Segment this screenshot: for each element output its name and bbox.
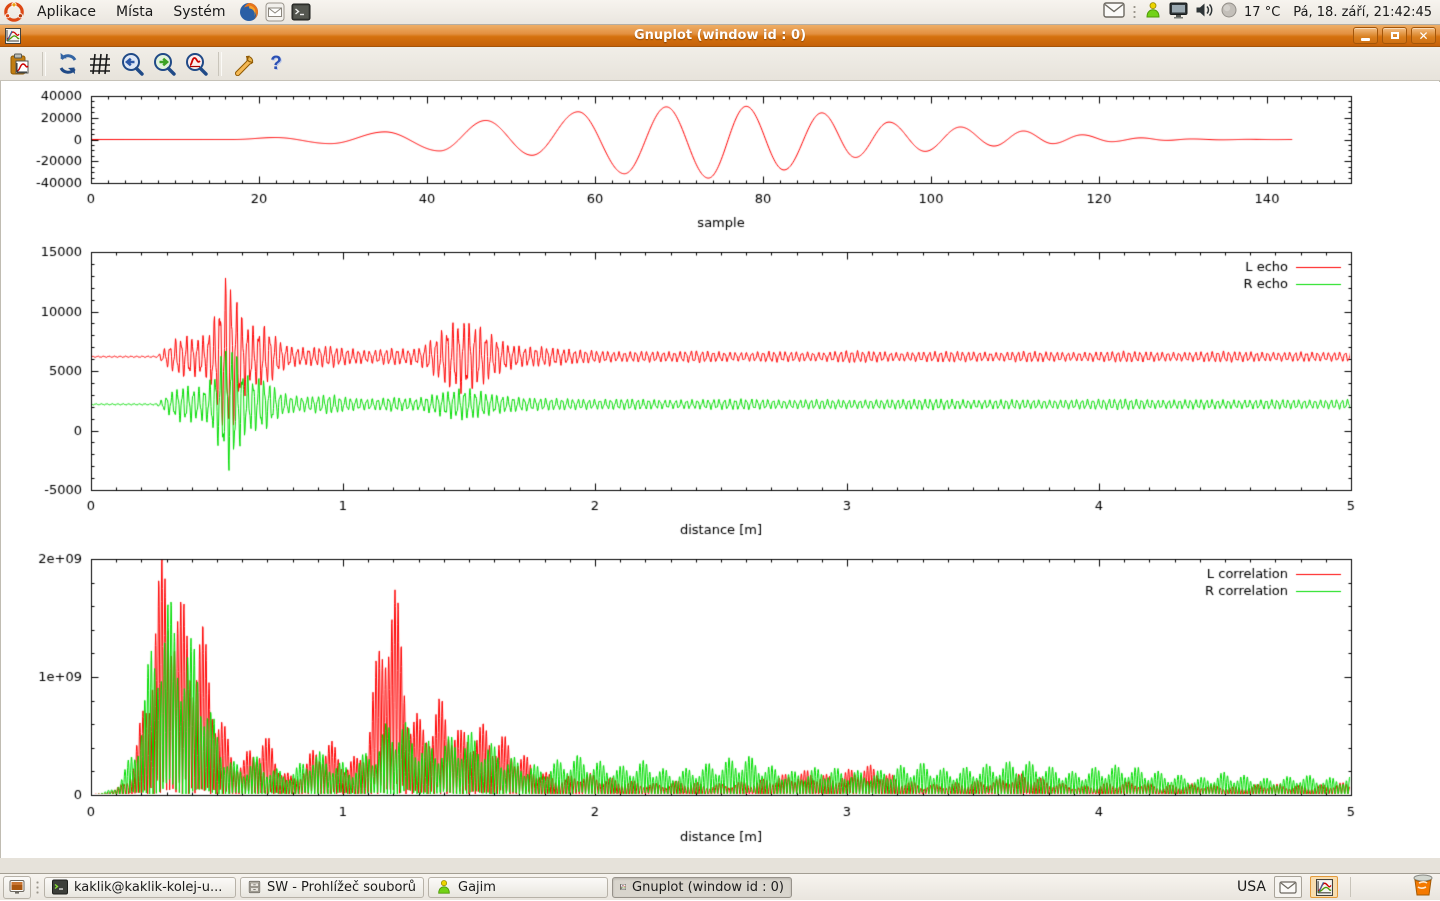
taskbar-tray: USA <box>1237 873 1440 901</box>
top-panel: Aplikace Místa Systém <box>0 0 1440 25</box>
wrench-icon <box>232 52 256 76</box>
tasklist-handle[interactable] <box>34 880 41 895</box>
zoom-next-button[interactable] <box>150 50 178 78</box>
trash-button[interactable] <box>1411 873 1435 901</box>
mail-tray-icon <box>1279 881 1297 894</box>
temperature-label[interactable]: 17 °C <box>1244 5 1280 20</box>
gnuplot-plot-area <box>0 81 1440 858</box>
help-icon: ? <box>270 53 282 75</box>
tray-mail-icon[interactable] <box>1103 2 1125 22</box>
gajim-status-icon[interactable] <box>1144 1 1162 23</box>
show-desktop-icon <box>9 879 25 895</box>
window-titlebar[interactable]: Gnuplot (window id : 0) ✕ <box>0 25 1440 47</box>
tray-mail-box[interactable] <box>1274 876 1302 898</box>
tray-gnuplot-box[interactable] <box>1310 876 1338 898</box>
weather-icon[interactable] <box>1221 2 1237 22</box>
task-label: Gajim <box>458 880 496 895</box>
toolbar-separator <box>218 52 222 76</box>
minimize-icon <box>1361 38 1370 41</box>
grid-toggle-button[interactable] <box>86 50 114 78</box>
menu-mista[interactable]: Místa <box>106 0 163 25</box>
terminal-launcher-icon[interactable] <box>291 2 311 22</box>
keyboard-layout-indicator[interactable]: USA <box>1237 879 1266 895</box>
copy-icon <box>8 52 32 76</box>
minimize-button[interactable] <box>1353 27 1378 44</box>
task-gajim[interactable]: Gajim <box>428 877 608 898</box>
window-title: Gnuplot (window id : 0) <box>0 25 1440 46</box>
help-button[interactable]: ? <box>262 50 290 78</box>
terminal-task-icon <box>52 879 68 895</box>
gajim-task-icon <box>436 879 452 895</box>
menu-system[interactable]: Systém <box>163 0 235 25</box>
zoom-previous-icon <box>120 52 144 76</box>
ubuntu-logo-icon[interactable] <box>4 2 24 22</box>
maximize-button[interactable] <box>1382 27 1407 44</box>
menu-aplikace[interactable]: Aplikace <box>27 0 106 25</box>
task-label: Gnuplot (window id : 0) <box>632 880 784 895</box>
volume-icon[interactable] <box>1195 2 1214 22</box>
clock-label[interactable]: Pá, 18. září, 21:42:45 <box>1293 5 1432 20</box>
autoscale-button[interactable] <box>182 50 210 78</box>
desktop: { "panel_top": { "logo_icon": "ubuntu-lo… <box>0 0 1440 900</box>
chart-echo[interactable] <box>1 240 1440 548</box>
mail-launcher-icon[interactable] <box>265 2 285 22</box>
tray-handle[interactable] <box>1132 4 1137 20</box>
zoom-next-icon <box>152 52 176 76</box>
toolbar-separator <box>42 52 46 76</box>
zoom-previous-button[interactable] <box>118 50 146 78</box>
panel-tray: 17 °C Pá, 18. září, 21:42:45 <box>1103 1 1440 23</box>
gnuplot-task-icon <box>620 879 626 895</box>
task-file-manager[interactable]: SW - Prohlížeč souborů <box>240 877 424 898</box>
display-icon[interactable] <box>1169 2 1188 23</box>
chart-sample-waveform[interactable] <box>1 82 1440 240</box>
configure-button[interactable] <box>230 50 258 78</box>
task-label: SW - Prohlížeč souborů <box>267 880 416 895</box>
desktop-background <box>0 858 1440 873</box>
bottom-taskbar: kaklik@kaklik-kolej-u... SW - Prohlížeč … <box>0 873 1440 900</box>
show-desktop-button[interactable] <box>3 876 31 899</box>
chart-correlation[interactable] <box>1 548 1440 858</box>
task-terminal[interactable]: kaklik@kaklik-kolej-u... <box>44 877 236 898</box>
copy-to-clipboard-button[interactable] <box>6 50 34 78</box>
close-button[interactable]: ✕ <box>1411 27 1436 44</box>
task-gnuplot[interactable]: Gnuplot (window id : 0) <box>612 877 792 898</box>
grid-icon <box>88 52 112 76</box>
firefox-icon[interactable] <box>239 2 259 22</box>
refresh-icon <box>56 52 80 76</box>
maximize-icon <box>1391 32 1399 39</box>
refresh-button[interactable] <box>54 50 82 78</box>
file-manager-task-icon <box>248 879 261 895</box>
autoscale-icon <box>184 52 208 76</box>
gnuplot-toolbar: ? <box>0 47 1440 81</box>
gnuplot-tray-icon <box>1316 879 1333 896</box>
task-label: kaklik@kaklik-kolej-u... <box>74 880 222 895</box>
tray-separator <box>1350 877 1351 897</box>
trash-icon <box>1411 873 1435 897</box>
close-icon: ✕ <box>1418 30 1428 42</box>
